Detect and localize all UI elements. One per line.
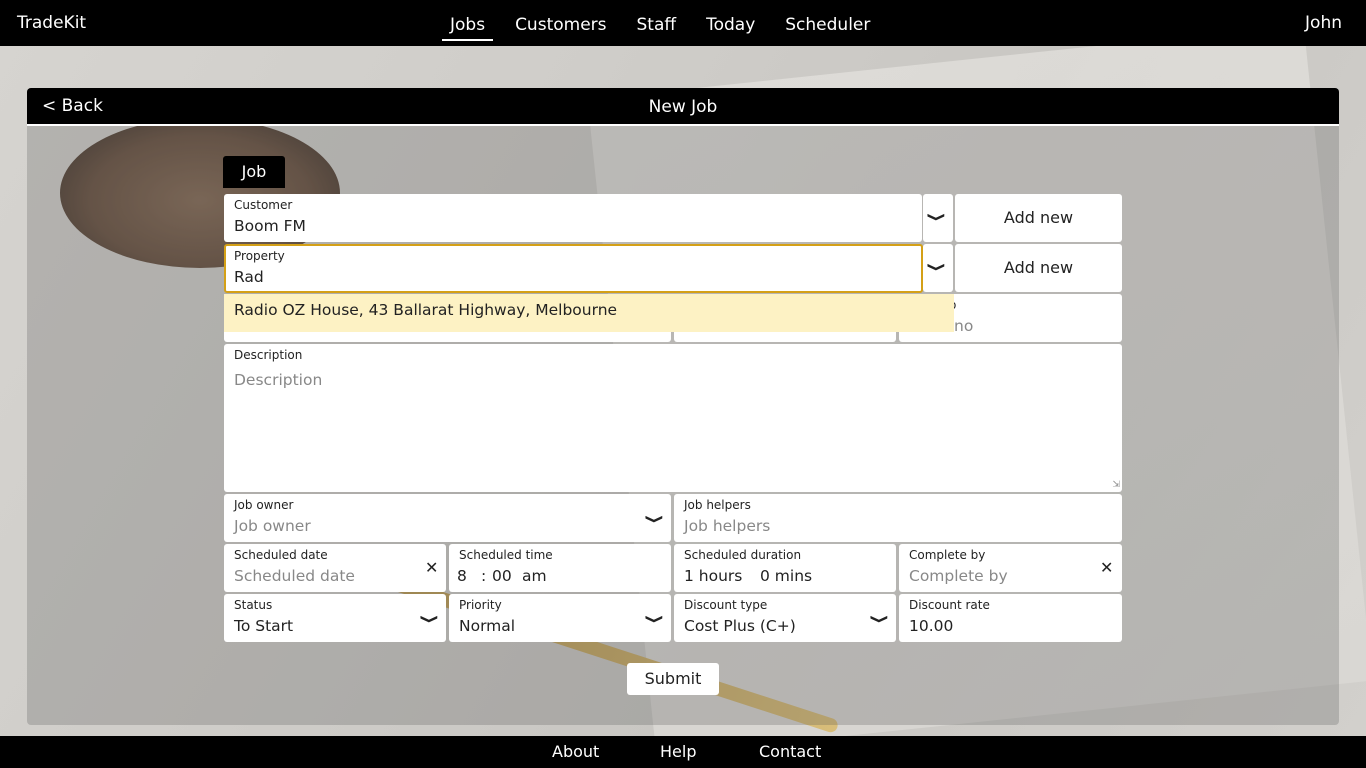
nav-scheduler[interactable]: Scheduler xyxy=(785,0,870,46)
section-tab-job: Job xyxy=(223,156,285,188)
chevron-down-icon: ❯ xyxy=(420,613,440,625)
complete-by-label: Complete by xyxy=(909,548,986,562)
customer-field[interactable]: Customer Boom FM xyxy=(224,194,922,242)
submit-button[interactable]: Submit xyxy=(627,663,719,695)
scheduled-time-ampm[interactable]: am xyxy=(522,567,547,585)
priority-label: Priority xyxy=(459,598,502,612)
footer-about-link[interactable]: About xyxy=(552,742,599,761)
chevron-down-icon: ❯ xyxy=(870,613,890,625)
scheduled-time-label: Scheduled time xyxy=(459,548,553,562)
complete-by-placeholder: Complete by xyxy=(909,567,1008,585)
hidden-field-3-value: no xyxy=(954,317,974,335)
scheduled-duration-mins[interactable]: 0 mins xyxy=(760,567,812,585)
property-dropdown-toggle[interactable]: ❯ xyxy=(923,244,953,292)
description-placeholder: Description xyxy=(234,371,323,389)
chevron-down-icon: ❯ xyxy=(927,211,947,223)
job-helpers-placeholder: Job helpers xyxy=(684,517,771,535)
clear-date-icon[interactable]: ✕ xyxy=(425,558,438,577)
job-helpers-field[interactable]: Job helpers Job helpers xyxy=(674,494,1122,542)
discount-rate-label: Discount rate xyxy=(909,598,990,612)
scheduled-date-label: Scheduled date xyxy=(234,548,328,562)
chevron-down-icon: ❯ xyxy=(645,513,665,525)
scheduled-time-minute[interactable]: 00 xyxy=(492,567,512,585)
customer-value: Boom FM xyxy=(234,217,306,235)
chevron-down-icon: ❯ xyxy=(645,613,665,625)
description-field[interactable]: Description Description ⇲ xyxy=(224,344,1122,492)
complete-by-field[interactable]: Complete by Complete by ✕ xyxy=(899,544,1122,592)
job-owner-placeholder: Job owner xyxy=(234,517,311,535)
chevron-down-icon: ❯ xyxy=(927,261,947,273)
status-value: To Start xyxy=(234,617,294,635)
property-value: Rad xyxy=(234,268,264,286)
discount-rate-value: 10.00 xyxy=(909,617,954,635)
job-helpers-label: Job helpers xyxy=(684,498,751,512)
scheduled-duration-label: Scheduled duration xyxy=(684,548,802,562)
top-nav: TradeKit Jobs Customers Staff Today Sche… xyxy=(0,0,1366,46)
priority-select[interactable]: Priority Normal ❯ xyxy=(449,594,671,642)
scheduled-date-field[interactable]: Scheduled date Scheduled date ✕ xyxy=(224,544,446,592)
discount-type-label: Discount type xyxy=(684,598,768,612)
scheduled-time-separator: : xyxy=(481,567,487,585)
nav-jobs[interactable]: Jobs xyxy=(441,0,494,46)
job-owner-select[interactable]: Job owner Job owner ❯ xyxy=(224,494,671,542)
add-customer-button[interactable]: Add new xyxy=(955,194,1122,242)
page-title: New Job xyxy=(648,97,718,117)
scheduled-time-field[interactable]: Scheduled time 8 : 00 am xyxy=(449,544,671,592)
customer-label: Customer xyxy=(234,198,293,212)
brand-logo[interactable]: TradeKit xyxy=(17,13,86,33)
panel-header: < Back New Job xyxy=(27,88,1339,126)
property-suggestion[interactable]: Radio OZ House, 43 Ballarat Highway, Mel… xyxy=(224,294,954,332)
footer-contact-link[interactable]: Contact xyxy=(759,742,821,761)
job-owner-label: Job owner xyxy=(234,498,294,512)
nav-today[interactable]: Today xyxy=(706,0,755,46)
footer: About Help Contact xyxy=(0,736,1366,768)
customer-dropdown-toggle[interactable]: ❯ xyxy=(923,194,953,242)
discount-type-value: Cost Plus (C+) xyxy=(684,617,796,635)
nav-customers[interactable]: Customers xyxy=(515,0,606,46)
status-label: Status xyxy=(234,598,273,612)
discount-type-select[interactable]: Discount type Cost Plus (C+) ❯ xyxy=(674,594,896,642)
description-label: Description xyxy=(234,348,303,362)
scheduled-duration-hours[interactable]: 1 hours xyxy=(684,567,742,585)
property-field[interactable]: Property Rad xyxy=(224,244,923,293)
property-label: Property xyxy=(234,249,285,263)
scheduled-time-hour[interactable]: 8 xyxy=(457,567,467,585)
status-select[interactable]: Status To Start ❯ xyxy=(224,594,446,642)
scheduled-date-placeholder: Scheduled date xyxy=(234,567,355,585)
footer-help-link[interactable]: Help xyxy=(660,742,696,761)
user-menu[interactable]: John xyxy=(1305,13,1342,33)
nav-links: Jobs Customers Staff Today Scheduler xyxy=(441,0,900,46)
clear-complete-by-icon[interactable]: ✕ xyxy=(1100,558,1113,577)
add-property-button[interactable]: Add new xyxy=(955,244,1122,292)
scheduled-duration-field[interactable]: Scheduled duration 1 hours 0 mins xyxy=(674,544,896,592)
resize-handle-icon[interactable]: ⇲ xyxy=(1112,480,1120,490)
nav-staff[interactable]: Staff xyxy=(637,0,677,46)
discount-rate-field[interactable]: Discount rate 10.00 xyxy=(899,594,1122,642)
priority-value: Normal xyxy=(459,617,516,635)
